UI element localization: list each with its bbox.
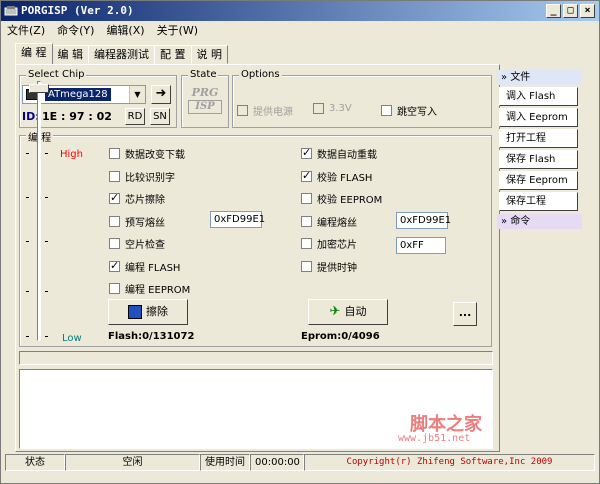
maximize-button[interactable]: □ (563, 4, 578, 18)
log-output: 脚本之家 www.jb51.net (19, 369, 493, 449)
tab-config[interactable]: 配 置 (154, 45, 192, 64)
prg-isp-logo: PRG ISP (188, 86, 222, 122)
more-options-button[interactable]: ... (453, 302, 477, 326)
load-flash-button[interactable]: 调入 Flash (499, 87, 578, 106)
progress-bar (19, 351, 493, 365)
tab-strip: 编 程 编 辑 编程器测试 配 置 说 明 (15, 43, 228, 65)
status-value: 空闲 (65, 454, 200, 471)
time-label: 使用时间 (200, 454, 250, 471)
chip-erase-checkbox[interactable]: 芯片擦除 (109, 191, 165, 206)
flash-info: Flash:0/131072 (108, 331, 195, 342)
load-eeprom-button[interactable]: 调入 Eeprom (499, 108, 578, 127)
blank-check-checkbox[interactable]: 空片检查 (109, 236, 165, 251)
main-window: PORGISP (Ver 2.0) _ □ × 文件(Z) 命令(Y) 编辑(X… (0, 0, 600, 484)
chevron-double-down-icon: » (501, 72, 508, 83)
options-group: Options 提供电源 3.3V 跳空写入 (232, 69, 492, 128)
minimize-button[interactable]: _ (546, 4, 561, 18)
options-label: Options (239, 69, 282, 80)
select-chip-label: Select Chip (26, 69, 87, 80)
state-label: State (188, 69, 219, 80)
prewrite-fuse-input[interactable]: 0xFD99E1 (210, 211, 265, 228)
tab-tester[interactable]: 编程器测试 (88, 45, 155, 64)
sidebar-command-section[interactable]: » 命令 (497, 214, 582, 229)
save-flash-button[interactable]: 保存 Flash (499, 150, 578, 169)
eeprom-info: Eprom:0/4096 (301, 331, 380, 342)
chevron-down-icon[interactable]: ▼ (129, 86, 145, 103)
menu-command[interactable]: 命令(Y) (57, 21, 94, 40)
compare-signature-checkbox[interactable]: 比较识别字 (109, 169, 175, 184)
program-fuse-checkbox[interactable]: 编程熔丝 (301, 214, 357, 229)
chip-id-value: 1E : 97 : 02 (42, 110, 112, 123)
apply-chip-button[interactable]: ➜ (151, 85, 171, 104)
chip-selected: ATmega128 (45, 88, 111, 101)
time-value: 00:00:00 (250, 454, 304, 471)
chevron-double-right-icon: » (501, 216, 508, 227)
tab-help[interactable]: 说 明 (190, 45, 228, 64)
tab-program[interactable]: 编 程 (15, 43, 53, 64)
skip-write-checkbox[interactable]: 跳空写入 (381, 103, 437, 118)
auto-button[interactable]: ✈ 自动 (308, 299, 388, 325)
tab-edit[interactable]: 编 辑 (51, 45, 89, 64)
speed-low-label: Low (62, 333, 82, 344)
window-title: PORGISP (Ver 2.0) (21, 4, 134, 17)
watermark-url: www.jb51.net (398, 433, 471, 444)
provide-clock-checkbox[interactable]: 提供时钟 (301, 259, 357, 274)
serial-number-button[interactable]: SN (150, 108, 170, 125)
title-bar: PORGISP (Ver 2.0) _ □ × (1, 1, 599, 21)
status-label: 状态 (5, 454, 65, 471)
menu-file[interactable]: 文件(Z) (7, 21, 45, 40)
menu-about[interactable]: 关于(W) (157, 21, 198, 40)
prewrite-fuse-checkbox[interactable]: 预写熔丝 (109, 214, 165, 229)
read-id-button[interactable]: RD (125, 108, 145, 125)
power-checkbox[interactable]: 提供电源 (237, 103, 293, 118)
close-button[interactable]: × (580, 4, 595, 18)
state-group: State PRG ISP (181, 69, 229, 128)
program-eeprom-checkbox[interactable]: 编程 EEPROM (109, 281, 190, 296)
sidebar-file-section[interactable]: » 文件 (497, 70, 582, 85)
open-project-button[interactable]: 打开工程 (499, 129, 578, 148)
status-bar: 状态 空闲 使用时间 00:00:00 Copyright(r) Zhifeng… (5, 454, 595, 472)
erase-button[interactable]: 擦除 (108, 299, 188, 325)
download-on-change-checkbox[interactable]: 数据改变下载 (109, 146, 185, 161)
save-project-button[interactable]: 保存工程 (499, 192, 578, 211)
voltage-checkbox[interactable]: 3.3V (313, 103, 352, 114)
sidebar-panel: » 文件 调入 Flash 调入 Eeprom 打开工程 保存 Flash 保存… (497, 70, 582, 450)
program-flash-checkbox[interactable]: 编程 FLASH (109, 259, 180, 274)
speed-slider-track[interactable] (37, 81, 41, 341)
arrow-right-icon: ➜ (155, 86, 167, 101)
verify-flash-checkbox[interactable]: 校验 FLASH (301, 169, 372, 184)
eraser-icon (128, 305, 142, 319)
menu-edit[interactable]: 编辑(X) (106, 21, 144, 40)
copyright: Copyright(r) Zhifeng Software,Inc 2009 (304, 454, 595, 471)
select-chip-group: Select Chip ATmega128 ▼ ➜ ID: 1E : 97 : … (19, 69, 177, 128)
lock-bits-input[interactable]: 0xFF (396, 237, 446, 254)
app-icon (4, 6, 18, 16)
lock-chip-checkbox[interactable]: 加密芯片 (301, 236, 357, 251)
speed-slider-thumb[interactable] (29, 84, 49, 93)
speed-high-label: High (60, 149, 83, 160)
runner-icon: ✈ (329, 304, 341, 319)
auto-reload-checkbox[interactable]: 数据自动重载 (301, 146, 377, 161)
menu-bar: 文件(Z) 命令(Y) 编辑(X) 关于(W) (1, 21, 599, 40)
save-eeprom-button[interactable]: 保存 Eeprom (499, 171, 578, 190)
verify-eeprom-checkbox[interactable]: 校验 EEPROM (301, 191, 382, 206)
fuse-input[interactable]: 0xFD99E1 (396, 212, 451, 229)
